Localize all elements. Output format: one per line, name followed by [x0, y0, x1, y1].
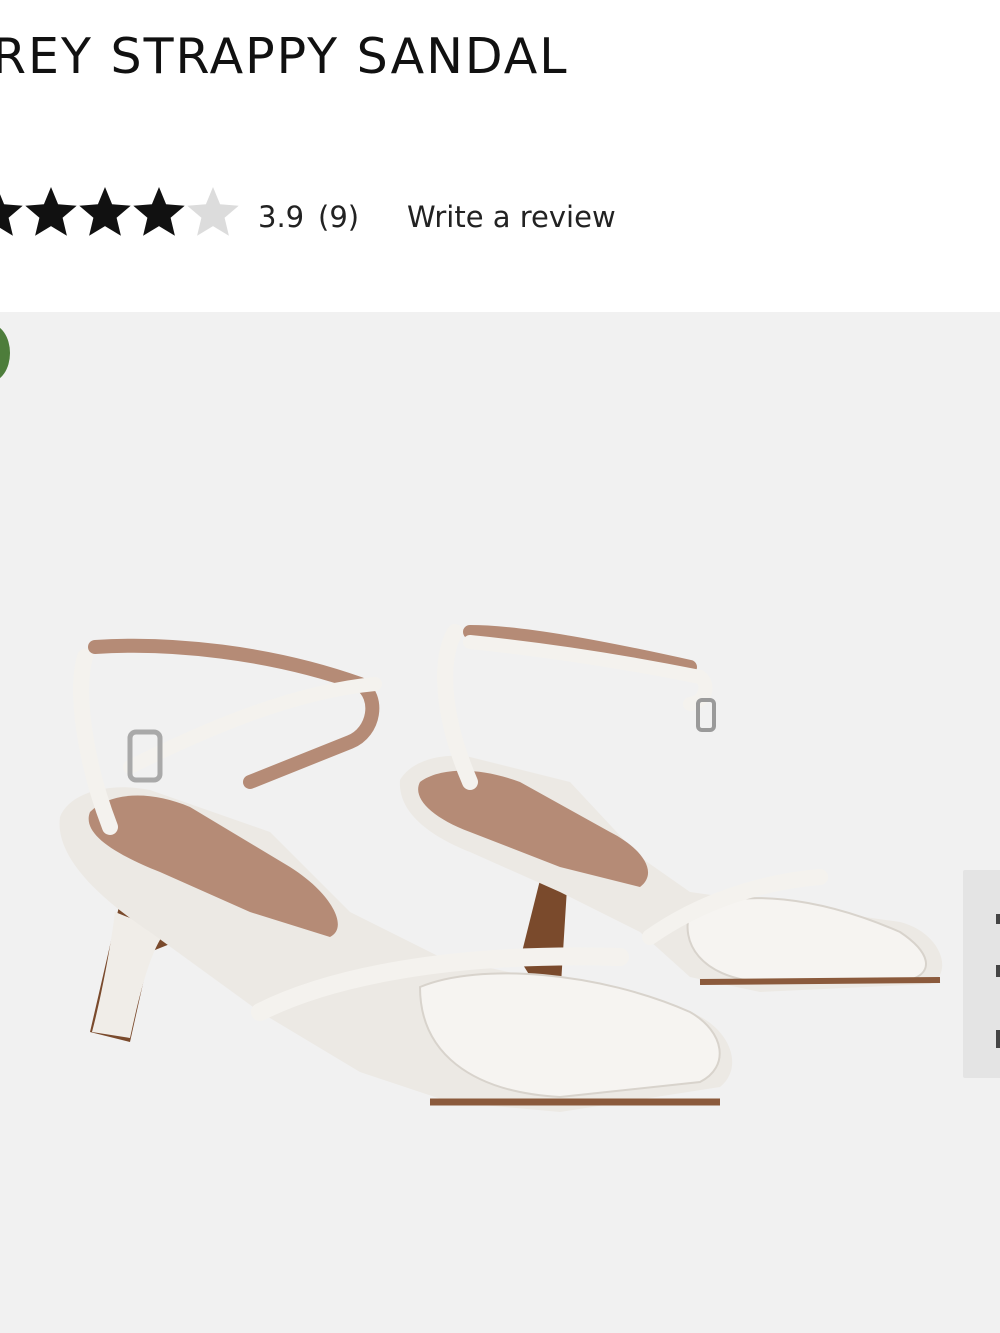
sandal-pair-image	[59, 624, 943, 1112]
review-count[interactable]: (9)	[318, 200, 359, 234]
product-image[interactable]	[0, 312, 1000, 1333]
star-filled-icon	[0, 194, 23, 236]
star-rating	[0, 187, 239, 236]
rating-row: 3.9 (9) Write a review	[0, 186, 700, 246]
star-filled-icon	[25, 187, 77, 236]
write-review-link[interactable]: Write a review	[407, 200, 616, 234]
star-empty-icon	[187, 187, 239, 236]
product-title: REY STRAPPY SANDAL	[0, 28, 569, 85]
rating-value: 3.9	[258, 200, 305, 234]
side-panel-tab[interactable]	[963, 870, 1000, 1078]
side-panel-mark	[996, 914, 1000, 924]
star-filled-icon	[133, 187, 185, 236]
side-panel-mark	[996, 1030, 1000, 1048]
side-panel-mark	[996, 965, 1000, 977]
right-sandal	[399, 624, 943, 1000]
star-filled-icon	[79, 187, 131, 236]
